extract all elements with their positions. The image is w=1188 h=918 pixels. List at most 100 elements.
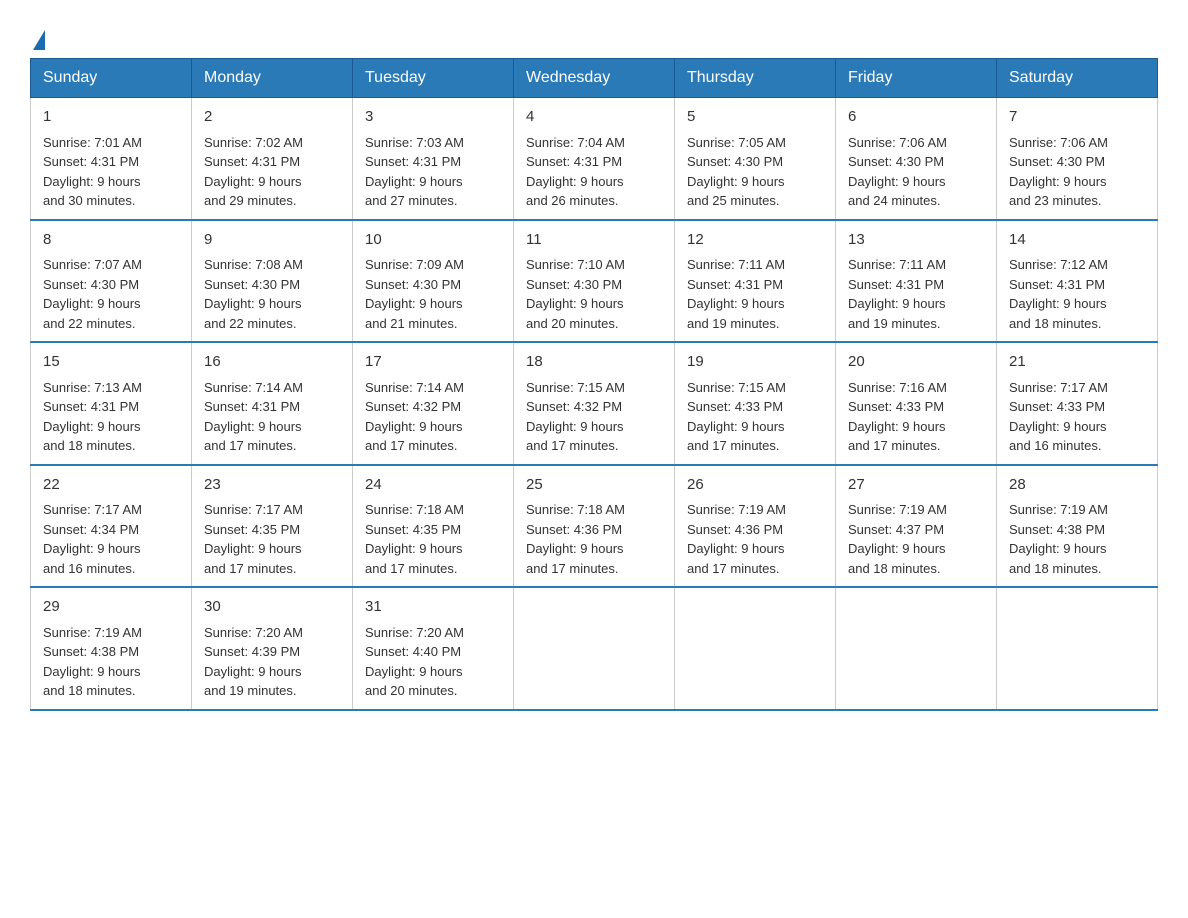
day-header-saturday: Saturday (997, 59, 1158, 98)
day-info: Sunrise: 7:19 AMSunset: 4:36 PMDaylight:… (687, 502, 786, 576)
day-number: 7 (1009, 106, 1145, 129)
calendar-cell: 9 Sunrise: 7:08 AMSunset: 4:30 PMDayligh… (192, 220, 353, 343)
calendar-table: SundayMondayTuesdayWednesdayThursdayFrid… (30, 58, 1158, 711)
calendar-cell: 25 Sunrise: 7:18 AMSunset: 4:36 PMDaylig… (514, 465, 675, 588)
calendar-cell (514, 587, 675, 710)
calendar-cell: 2 Sunrise: 7:02 AMSunset: 4:31 PMDayligh… (192, 98, 353, 220)
day-number: 30 (204, 596, 340, 619)
calendar-cell (997, 587, 1158, 710)
day-info: Sunrise: 7:09 AMSunset: 4:30 PMDaylight:… (365, 257, 464, 331)
day-number: 27 (848, 474, 984, 497)
day-info: Sunrise: 7:18 AMSunset: 4:35 PMDaylight:… (365, 502, 464, 576)
day-number: 1 (43, 106, 179, 129)
day-number: 18 (526, 351, 662, 374)
day-number: 5 (687, 106, 823, 129)
calendar-cell: 17 Sunrise: 7:14 AMSunset: 4:32 PMDaylig… (353, 342, 514, 465)
day-info: Sunrise: 7:03 AMSunset: 4:31 PMDaylight:… (365, 135, 464, 209)
calendar-cell: 30 Sunrise: 7:20 AMSunset: 4:39 PMDaylig… (192, 587, 353, 710)
day-info: Sunrise: 7:11 AMSunset: 4:31 PMDaylight:… (687, 257, 785, 331)
calendar-week-5: 29 Sunrise: 7:19 AMSunset: 4:38 PMDaylig… (31, 587, 1158, 710)
day-header-tuesday: Tuesday (353, 59, 514, 98)
calendar-cell: 1 Sunrise: 7:01 AMSunset: 4:31 PMDayligh… (31, 98, 192, 220)
day-number: 15 (43, 351, 179, 374)
calendar-cell: 15 Sunrise: 7:13 AMSunset: 4:31 PMDaylig… (31, 342, 192, 465)
day-header-wednesday: Wednesday (514, 59, 675, 98)
calendar-cell: 8 Sunrise: 7:07 AMSunset: 4:30 PMDayligh… (31, 220, 192, 343)
day-info: Sunrise: 7:02 AMSunset: 4:31 PMDaylight:… (204, 135, 303, 209)
day-header-sunday: Sunday (31, 59, 192, 98)
day-info: Sunrise: 7:19 AMSunset: 4:38 PMDaylight:… (1009, 502, 1108, 576)
calendar-cell: 24 Sunrise: 7:18 AMSunset: 4:35 PMDaylig… (353, 465, 514, 588)
day-number: 29 (43, 596, 179, 619)
day-number: 12 (687, 229, 823, 252)
calendar-cell: 29 Sunrise: 7:19 AMSunset: 4:38 PMDaylig… (31, 587, 192, 710)
calendar-week-2: 8 Sunrise: 7:07 AMSunset: 4:30 PMDayligh… (31, 220, 1158, 343)
day-info: Sunrise: 7:13 AMSunset: 4:31 PMDaylight:… (43, 380, 142, 454)
day-info: Sunrise: 7:01 AMSunset: 4:31 PMDaylight:… (43, 135, 142, 209)
calendar-cell (836, 587, 997, 710)
day-number: 21 (1009, 351, 1145, 374)
day-info: Sunrise: 7:17 AMSunset: 4:33 PMDaylight:… (1009, 380, 1108, 454)
calendar-week-3: 15 Sunrise: 7:13 AMSunset: 4:31 PMDaylig… (31, 342, 1158, 465)
day-info: Sunrise: 7:20 AMSunset: 4:39 PMDaylight:… (204, 625, 303, 699)
calendar-week-4: 22 Sunrise: 7:17 AMSunset: 4:34 PMDaylig… (31, 465, 1158, 588)
day-number: 22 (43, 474, 179, 497)
day-number: 4 (526, 106, 662, 129)
calendar-cell (675, 587, 836, 710)
day-number: 24 (365, 474, 501, 497)
calendar-cell: 19 Sunrise: 7:15 AMSunset: 4:33 PMDaylig… (675, 342, 836, 465)
calendar-cell: 26 Sunrise: 7:19 AMSunset: 4:36 PMDaylig… (675, 465, 836, 588)
day-info: Sunrise: 7:04 AMSunset: 4:31 PMDaylight:… (526, 135, 625, 209)
day-info: Sunrise: 7:06 AMSunset: 4:30 PMDaylight:… (1009, 135, 1108, 209)
calendar-cell: 12 Sunrise: 7:11 AMSunset: 4:31 PMDaylig… (675, 220, 836, 343)
day-number: 20 (848, 351, 984, 374)
day-number: 14 (1009, 229, 1145, 252)
calendar-cell: 31 Sunrise: 7:20 AMSunset: 4:40 PMDaylig… (353, 587, 514, 710)
calendar-cell: 4 Sunrise: 7:04 AMSunset: 4:31 PMDayligh… (514, 98, 675, 220)
day-number: 2 (204, 106, 340, 129)
day-number: 9 (204, 229, 340, 252)
day-info: Sunrise: 7:19 AMSunset: 4:37 PMDaylight:… (848, 502, 947, 576)
day-number: 26 (687, 474, 823, 497)
day-number: 8 (43, 229, 179, 252)
calendar-cell: 3 Sunrise: 7:03 AMSunset: 4:31 PMDayligh… (353, 98, 514, 220)
day-info: Sunrise: 7:14 AMSunset: 4:32 PMDaylight:… (365, 380, 464, 454)
day-info: Sunrise: 7:14 AMSunset: 4:31 PMDaylight:… (204, 380, 303, 454)
day-number: 13 (848, 229, 984, 252)
calendar-cell: 27 Sunrise: 7:19 AMSunset: 4:37 PMDaylig… (836, 465, 997, 588)
day-info: Sunrise: 7:10 AMSunset: 4:30 PMDaylight:… (526, 257, 625, 331)
calendar-cell: 14 Sunrise: 7:12 AMSunset: 4:31 PMDaylig… (997, 220, 1158, 343)
day-info: Sunrise: 7:05 AMSunset: 4:30 PMDaylight:… (687, 135, 786, 209)
calendar-cell: 11 Sunrise: 7:10 AMSunset: 4:30 PMDaylig… (514, 220, 675, 343)
calendar-cell: 22 Sunrise: 7:17 AMSunset: 4:34 PMDaylig… (31, 465, 192, 588)
calendar-cell: 6 Sunrise: 7:06 AMSunset: 4:30 PMDayligh… (836, 98, 997, 220)
calendar-cell: 28 Sunrise: 7:19 AMSunset: 4:38 PMDaylig… (997, 465, 1158, 588)
days-of-week-row: SundayMondayTuesdayWednesdayThursdayFrid… (31, 59, 1158, 98)
day-info: Sunrise: 7:17 AMSunset: 4:35 PMDaylight:… (204, 502, 303, 576)
calendar-cell: 21 Sunrise: 7:17 AMSunset: 4:33 PMDaylig… (997, 342, 1158, 465)
calendar-header: SundayMondayTuesdayWednesdayThursdayFrid… (31, 59, 1158, 98)
logo (30, 30, 45, 48)
day-info: Sunrise: 7:07 AMSunset: 4:30 PMDaylight:… (43, 257, 142, 331)
day-info: Sunrise: 7:08 AMSunset: 4:30 PMDaylight:… (204, 257, 303, 331)
day-header-friday: Friday (836, 59, 997, 98)
day-number: 17 (365, 351, 501, 374)
day-number: 3 (365, 106, 501, 129)
day-info: Sunrise: 7:15 AMSunset: 4:33 PMDaylight:… (687, 380, 786, 454)
day-info: Sunrise: 7:12 AMSunset: 4:31 PMDaylight:… (1009, 257, 1108, 331)
day-info: Sunrise: 7:20 AMSunset: 4:40 PMDaylight:… (365, 625, 464, 699)
day-info: Sunrise: 7:17 AMSunset: 4:34 PMDaylight:… (43, 502, 142, 576)
calendar-cell: 5 Sunrise: 7:05 AMSunset: 4:30 PMDayligh… (675, 98, 836, 220)
day-number: 6 (848, 106, 984, 129)
calendar-body: 1 Sunrise: 7:01 AMSunset: 4:31 PMDayligh… (31, 98, 1158, 710)
day-number: 16 (204, 351, 340, 374)
day-header-monday: Monday (192, 59, 353, 98)
calendar-cell: 20 Sunrise: 7:16 AMSunset: 4:33 PMDaylig… (836, 342, 997, 465)
day-number: 11 (526, 229, 662, 252)
day-number: 23 (204, 474, 340, 497)
day-info: Sunrise: 7:16 AMSunset: 4:33 PMDaylight:… (848, 380, 947, 454)
logo-triangle-icon (33, 30, 45, 50)
day-info: Sunrise: 7:06 AMSunset: 4:30 PMDaylight:… (848, 135, 947, 209)
day-number: 25 (526, 474, 662, 497)
calendar-cell: 23 Sunrise: 7:17 AMSunset: 4:35 PMDaylig… (192, 465, 353, 588)
